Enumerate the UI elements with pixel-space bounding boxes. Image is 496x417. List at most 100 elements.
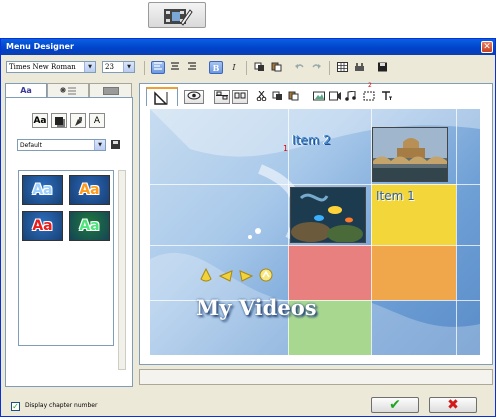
red-block <box>288 245 371 300</box>
preview-button[interactable] <box>184 90 204 104</box>
floppy-disk-icon <box>377 62 387 72</box>
outline-button[interactable]: A <box>89 113 105 128</box>
paste-object-button[interactable] <box>286 90 300 104</box>
safe-zone-button[interactable] <box>362 90 376 104</box>
picture-icon <box>313 91 325 101</box>
dashed-rectangle-icon <box>363 91 375 101</box>
grid-line <box>456 109 457 355</box>
font-size-select[interactable]: 23 ▼ <box>102 61 135 73</box>
item-1-label[interactable]: Item 1 <box>376 189 415 203</box>
text-face-button[interactable]: Aa <box>32 113 48 128</box>
item-2-thumbnail[interactable] <box>372 127 448 182</box>
grid-button[interactable] <box>335 61 349 74</box>
canvas-panel: 2 1 Item 2 Item 1 My Videos <box>139 82 493 365</box>
item-number-marker: 1 <box>283 144 289 153</box>
text-tool-icon <box>382 91 392 100</box>
distribute-icon <box>234 92 246 99</box>
insert-text-button[interactable] <box>380 90 394 104</box>
save-button[interactable] <box>375 61 389 74</box>
copy-icon <box>254 62 264 71</box>
undo-button[interactable] <box>292 61 306 74</box>
insert-music-button[interactable] <box>344 90 358 104</box>
magic-wand-list-icon <box>60 87 76 95</box>
castle-bridge-picture <box>373 128 447 181</box>
paste-button[interactable] <box>269 61 283 74</box>
distribute-button[interactable] <box>232 90 248 104</box>
menu-title[interactable]: My Videos <box>196 295 317 320</box>
copy-object-button[interactable] <box>270 90 284 104</box>
toolbar-divider <box>144 61 145 75</box>
tab-text-style[interactable]: Aa <box>5 83 47 98</box>
preset-value: Default <box>20 142 42 149</box>
tab-layout[interactable] <box>146 87 178 106</box>
style-swatch-list: Aa Aa Aa Aa <box>18 170 114 346</box>
font-family-select[interactable]: Times New Roman ▼ <box>6 61 96 73</box>
x-mark-icon: ✖ <box>447 397 459 413</box>
copy-icon <box>272 91 282 100</box>
eye-icon <box>187 91 201 100</box>
floppy-disk-icon <box>111 140 120 149</box>
menu-designer-window: Menu Designer ✕ Times New Roman ▼ 23 ▼ B… <box>0 38 496 417</box>
insert-video-button[interactable] <box>328 90 342 104</box>
align-right-button[interactable] <box>185 61 199 74</box>
insert-image-button[interactable] <box>312 90 326 104</box>
preset-select[interactable]: Default ▼ <box>17 139 106 151</box>
italic-button[interactable]: I <box>227 61 241 74</box>
swatch-scrollbar[interactable] <box>118 170 126 370</box>
redo-icon <box>311 64 321 69</box>
tab-effects[interactable] <box>47 83 89 97</box>
gray-tab-icon <box>102 87 119 95</box>
paste-icon <box>288 91 298 101</box>
video-frame-icon <box>329 91 341 101</box>
paint-icon <box>74 117 82 126</box>
align-right-icon <box>188 62 196 70</box>
style-swatch-green[interactable]: Aa <box>69 211 110 241</box>
grid-line <box>150 184 480 185</box>
style-swatch-red[interactable]: Aa <box>22 211 63 241</box>
status-bar <box>139 369 493 385</box>
display-chapter-number-label: Display chapter number <box>25 402 98 409</box>
display-chapter-number-option[interactable]: ✓ Display chapter number <box>11 401 171 413</box>
bold-button[interactable]: B <box>209 61 223 74</box>
scissors-icon <box>256 90 266 102</box>
chevron-down-icon: ▼ <box>84 62 95 72</box>
save-preset-button[interactable] <box>111 139 120 150</box>
shadow-button[interactable] <box>51 113 67 128</box>
redo-button[interactable] <box>309 61 323 74</box>
menu-designer-launch-button[interactable] <box>148 2 206 28</box>
ok-button[interactable]: ✔ <box>371 397 419 413</box>
align-objects-button[interactable] <box>214 90 230 104</box>
paint-button[interactable] <box>70 113 86 128</box>
style-swatch-orange[interactable]: Aa <box>69 175 110 205</box>
tab-background[interactable] <box>89 83 132 97</box>
text-style-panel: Aa Aa A Default ▼ Aa Aa Aa Aa <box>5 83 133 387</box>
align-grid-icon <box>216 91 228 100</box>
grid-icon <box>336 62 348 72</box>
window-title: Menu Designer <box>6 42 74 51</box>
cancel-button[interactable]: ✖ <box>429 397 477 413</box>
ruler-triangle-icon <box>154 91 168 105</box>
align-center-icon <box>171 62 179 70</box>
copy-button[interactable] <box>252 61 266 74</box>
toolbar-divider <box>246 61 247 75</box>
item-2-label[interactable]: Item 2 <box>292 133 331 147</box>
item-1-thumbnail[interactable] <box>290 187 366 243</box>
display-chapter-number-checkbox[interactable]: ✓ <box>11 402 20 411</box>
text-style-icon: Aa <box>20 86 32 95</box>
snap-button[interactable] <box>352 61 366 74</box>
style-swatch-blue[interactable]: Aa <box>22 175 63 205</box>
film-edit-icon <box>164 9 193 26</box>
cut-button[interactable] <box>254 90 268 104</box>
align-left-icon <box>154 62 162 70</box>
paste-icon <box>271 62 281 72</box>
shadow-icon <box>55 117 63 125</box>
chevron-down-icon: ▼ <box>123 62 134 72</box>
align-center-button[interactable] <box>168 61 182 74</box>
font-family-value: Times New Roman <box>9 63 76 71</box>
navigation-buttons <box>200 267 273 282</box>
align-left-button[interactable] <box>151 61 165 74</box>
music-note-icon <box>345 90 356 101</box>
close-button[interactable]: ✕ <box>481 41 493 53</box>
text-style-tab-content: Aa A Default ▼ Aa Aa Aa Aa <box>5 97 133 387</box>
item-number-marker: 2 <box>368 82 372 89</box>
